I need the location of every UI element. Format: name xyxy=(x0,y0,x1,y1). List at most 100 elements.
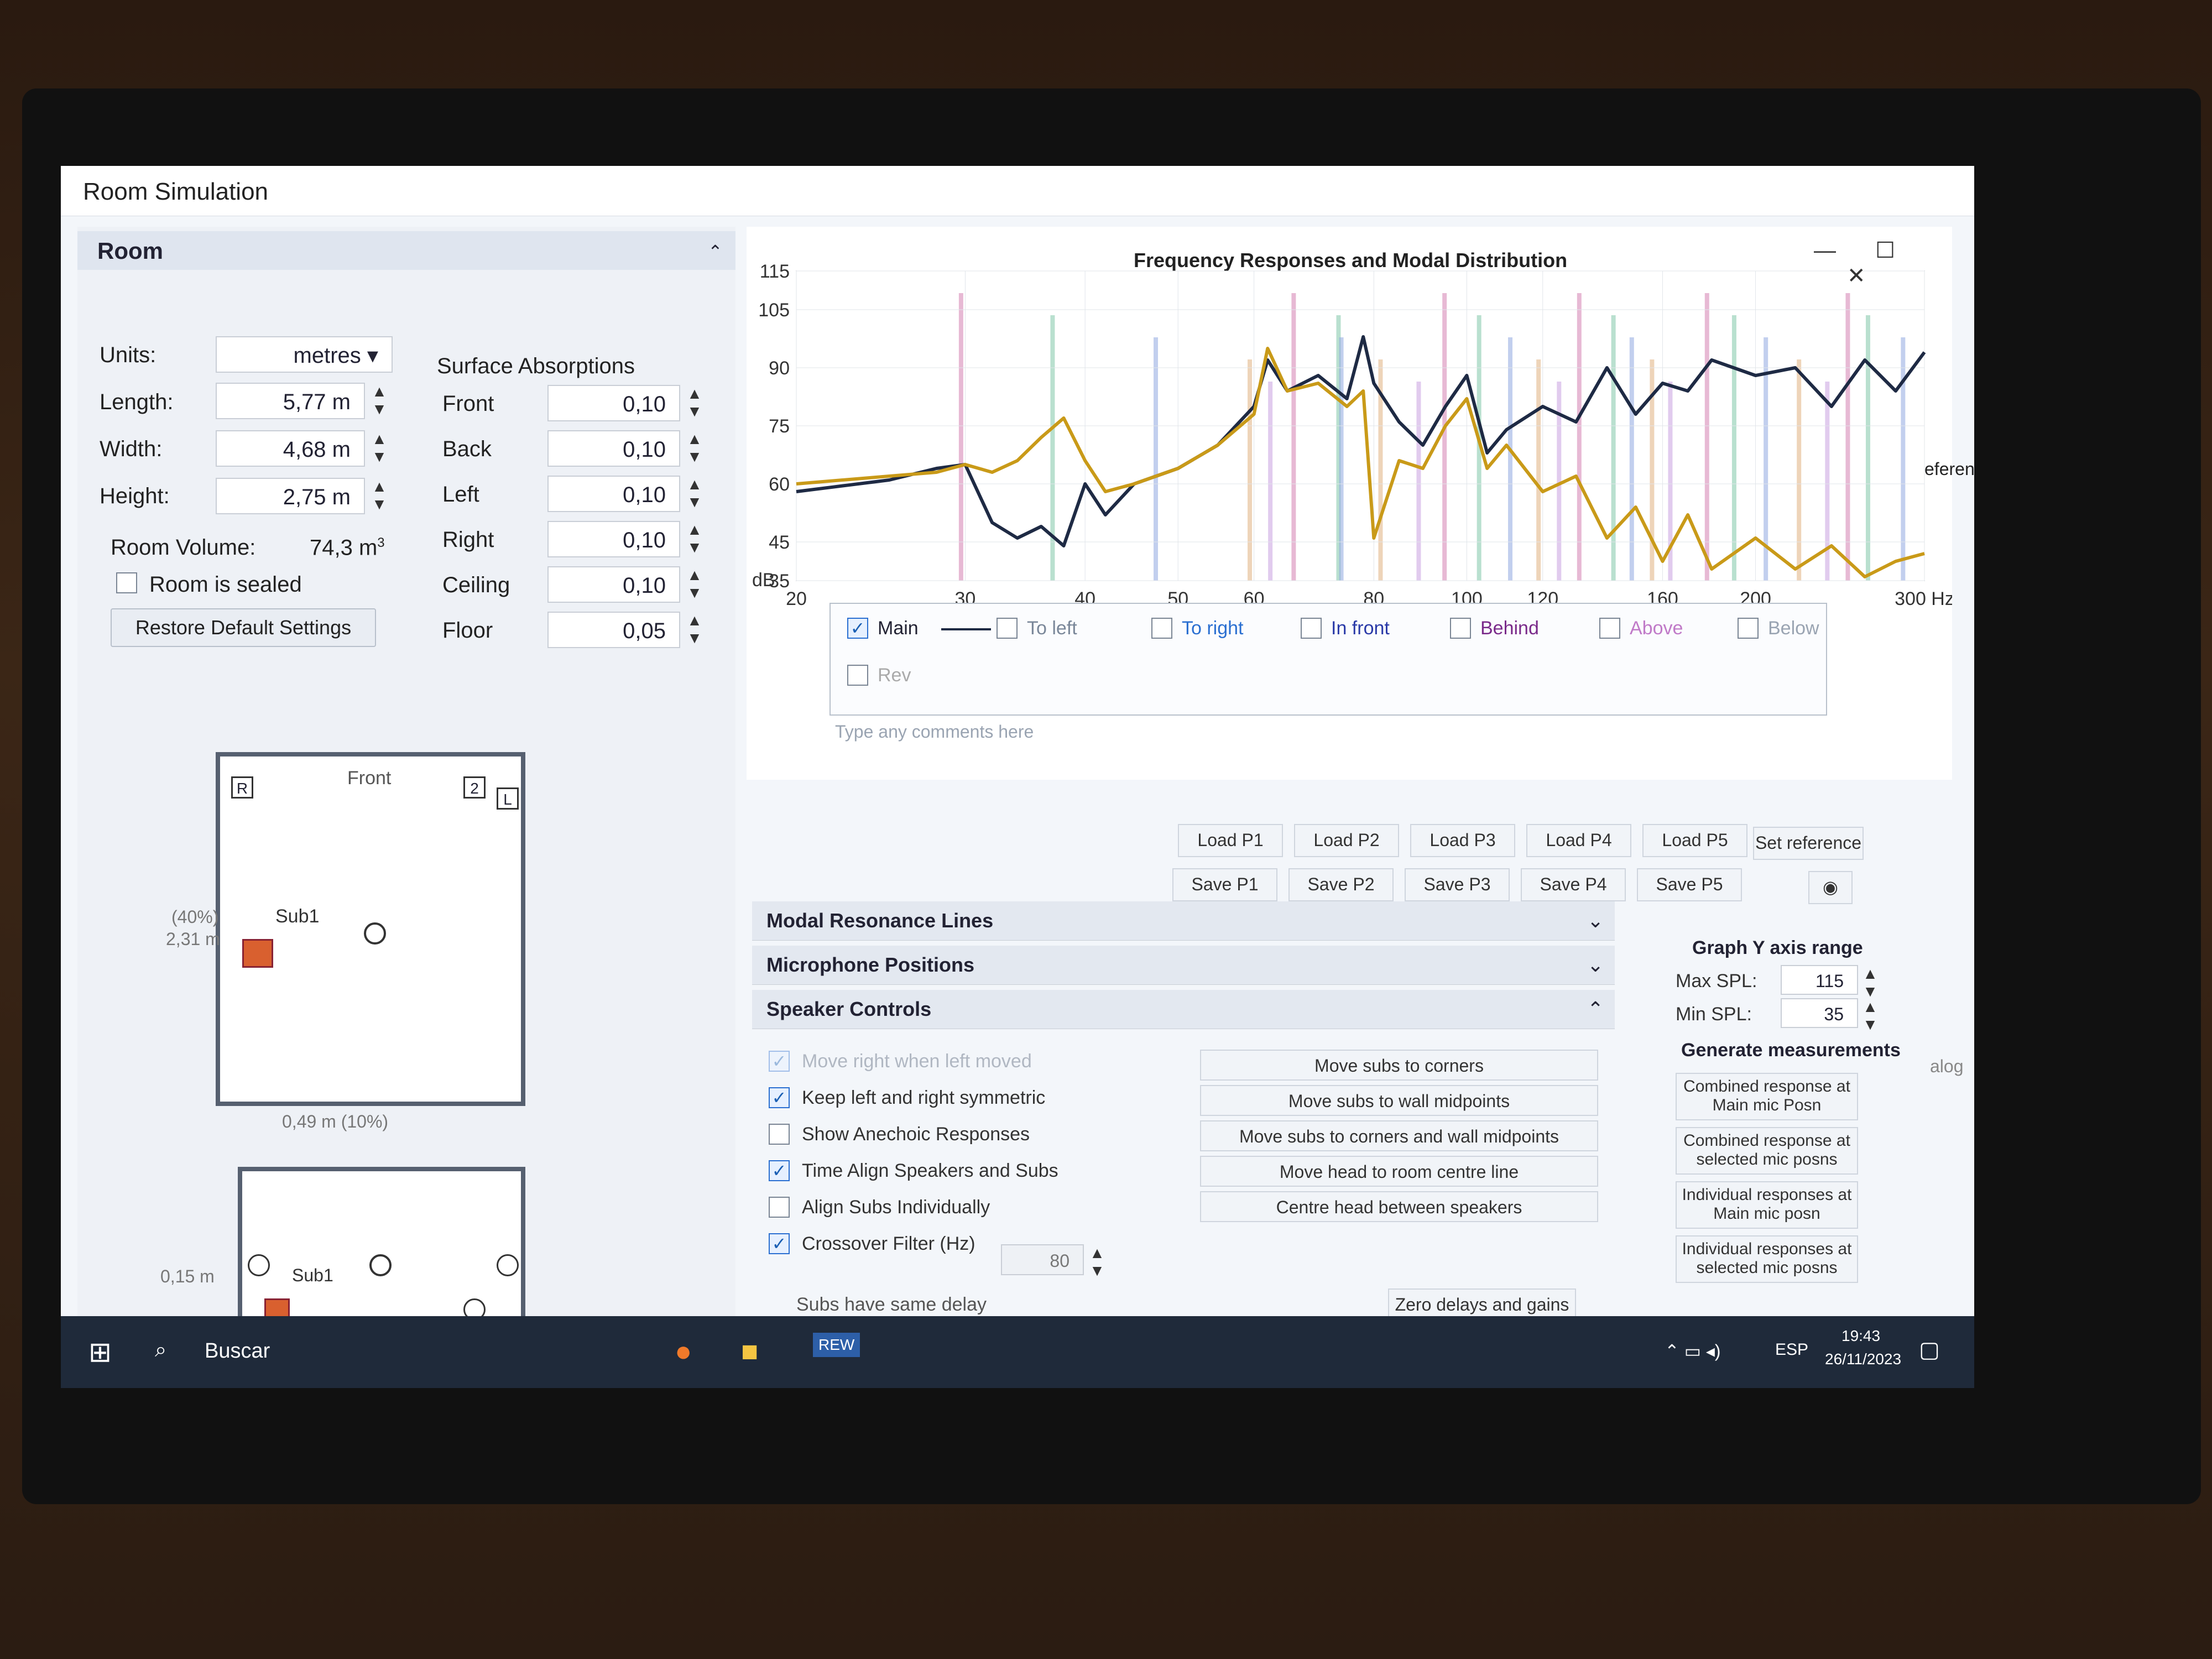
speaker-right-icon[interactable]: R xyxy=(231,776,253,799)
section-speaker-controls[interactable]: Speaker Controls ⌃ xyxy=(752,990,1615,1029)
absorption-stepper[interactable]: ▲ ▼ xyxy=(686,385,703,421)
absorption-field-left[interactable]: 0,10 xyxy=(547,476,680,512)
set-reference-button[interactable]: Set reference xyxy=(1753,827,1864,860)
speaker-left-icon[interactable]: L xyxy=(497,787,519,810)
load-preset-button[interactable]: Load P4 xyxy=(1526,824,1631,857)
expand-icon[interactable]: ⌄ xyxy=(1587,909,1604,932)
load-preset-button[interactable]: Load P1 xyxy=(1178,824,1283,857)
load-preset-button[interactable]: Load P2 xyxy=(1294,824,1399,857)
max-spl-field[interactable]: 115 xyxy=(1781,965,1858,995)
legend-checkbox[interactable] xyxy=(1151,618,1172,639)
speaker-2-icon[interactable]: 2 xyxy=(463,776,486,799)
generate-measurement-button[interactable]: Individual responses at Main mic posn xyxy=(1676,1181,1858,1229)
legend-label: To right xyxy=(1182,618,1244,639)
generate-measurement-button[interactable]: Individual responses at selected mic pos… xyxy=(1676,1235,1858,1283)
absorption-field-ceiling[interactable]: 0,10 xyxy=(547,566,680,603)
load-preset-button[interactable]: Load P5 xyxy=(1642,824,1747,857)
generate-measurement-button[interactable]: Combined response at Main mic Posn xyxy=(1676,1073,1858,1120)
sub1-marker[interactable] xyxy=(242,939,273,968)
section-modal-lines[interactable]: Modal Resonance Lines ⌄ xyxy=(752,901,1615,941)
save-preset-button[interactable]: Save P4 xyxy=(1521,868,1626,901)
speaker-action-button[interactable]: Move subs to wall midpoints xyxy=(1200,1085,1598,1116)
units-select[interactable]: metres ▾ xyxy=(216,336,393,373)
close-icon[interactable]: ✕ xyxy=(1847,264,1866,288)
expand-icon[interactable]: ⌄ xyxy=(1587,953,1604,977)
max-spl-stepper[interactable]: ▲ ▼ xyxy=(1861,965,1879,1000)
notification-icon[interactable]: ▢ xyxy=(1919,1337,1940,1363)
room-side-view[interactable]: Sub1 xyxy=(238,1167,525,1333)
camera-icon[interactable]: ◉ xyxy=(1808,871,1853,904)
room-sealed-checkbox[interactable] xyxy=(116,572,137,593)
height-stepper[interactable]: ▲ ▼ xyxy=(371,478,388,514)
load-preset-button[interactable]: Load P3 xyxy=(1410,824,1515,857)
clock-time[interactable]: 19:43 xyxy=(1841,1327,1880,1345)
legend-checkbox[interactable] xyxy=(1599,618,1620,639)
speaker-option-checkbox[interactable]: ✓ xyxy=(769,1160,790,1181)
speaker-option-checkbox[interactable]: ✓ xyxy=(769,1087,790,1108)
absorption-stepper[interactable]: ▲ ▼ xyxy=(686,430,703,467)
restore-defaults-button[interactable]: Restore Default Settings xyxy=(111,608,376,647)
side-speaker-icon[interactable] xyxy=(497,1254,519,1276)
min-spl-stepper[interactable]: ▲ ▼ xyxy=(1861,998,1879,1033)
generate-measurement-button[interactable]: Combined response at selected mic posns xyxy=(1676,1127,1858,1175)
listening-position-icon[interactable] xyxy=(364,922,386,945)
absorption-stepper[interactable]: ▲ ▼ xyxy=(686,521,703,557)
speaker-action-button[interactable]: Move subs to corners xyxy=(1200,1050,1598,1081)
save-preset-button[interactable]: Save P2 xyxy=(1288,868,1394,901)
legend-checkbox[interactable]: ✓ xyxy=(847,618,868,639)
speaker-option-label: Align Subs Individually xyxy=(802,1197,990,1218)
save-preset-button[interactable]: Save P1 xyxy=(1172,868,1277,901)
absorption-stepper[interactable]: ▲ ▼ xyxy=(686,612,703,648)
legend-checkbox[interactable] xyxy=(1450,618,1471,639)
section-mic-positions[interactable]: Microphone Positions ⌄ xyxy=(752,946,1615,985)
absorption-field-back[interactable]: 0,10 xyxy=(547,430,680,467)
min-spl-field[interactable]: 35 xyxy=(1781,998,1858,1028)
clock-date[interactable]: 26/11/2023 xyxy=(1825,1350,1901,1368)
preferences-label[interactable]: eferences xyxy=(1924,459,1974,479)
speaker-action-button[interactable]: Move head to room centre line xyxy=(1200,1156,1598,1187)
collapse-icon[interactable]: ⌃ xyxy=(708,241,723,262)
speaker-action-button[interactable]: Move subs to corners and wall midpoints xyxy=(1200,1120,1598,1151)
plan-y-dist: 2,31 m xyxy=(166,929,220,949)
language-indicator[interactable]: ESP xyxy=(1775,1340,1808,1359)
rew-app-icon[interactable]: REW xyxy=(813,1333,860,1357)
maximize-icon[interactable]: ☐ xyxy=(1875,238,1895,263)
save-preset-button[interactable]: Save P5 xyxy=(1637,868,1742,901)
room-header[interactable]: Room ⌃ xyxy=(77,231,735,270)
legend-checkbox[interactable] xyxy=(1301,618,1322,639)
length-stepper[interactable]: ▲ ▼ xyxy=(371,383,388,419)
speaker-option-checkbox[interactable] xyxy=(769,1197,790,1218)
speaker-option-checkbox[interactable] xyxy=(769,1124,790,1145)
search-box[interactable]: Buscar xyxy=(205,1339,270,1363)
side-speaker-icon[interactable] xyxy=(248,1254,270,1276)
frequency-response-chart[interactable]: 115105907560453520 30 40 50 60 80 100 120 160 200… xyxy=(747,260,1952,636)
absorption-field-right[interactable]: 0,10 xyxy=(547,521,680,557)
absorption-field-front[interactable]: 0,10 xyxy=(547,385,680,421)
absorption-field-floor[interactable]: 0,05 xyxy=(547,612,680,648)
legend-checkbox[interactable] xyxy=(847,665,868,686)
room-plan-view[interactable]: Front R 2 L Sub1 xyxy=(216,752,525,1106)
firefox-icon[interactable]: ● xyxy=(675,1335,692,1368)
width-stepper[interactable]: ▲ ▼ xyxy=(371,430,388,467)
crossover-stepper[interactable]: ▲ ▼ xyxy=(1088,1244,1106,1279)
side-listening-position-icon[interactable] xyxy=(369,1254,392,1276)
file-explorer-icon[interactable]: ■ xyxy=(741,1335,758,1368)
speaker-option-checkbox[interactable]: ✓ xyxy=(769,1051,790,1072)
speaker-option-checkbox[interactable]: ✓ xyxy=(769,1233,790,1254)
legend-checkbox[interactable] xyxy=(997,618,1018,639)
length-field[interactable]: 5,77 m xyxy=(216,383,365,419)
minimize-icon[interactable]: — xyxy=(1814,238,1836,263)
comment-input[interactable]: Type any comments here xyxy=(835,722,1034,742)
collapse-icon[interactable]: ⌃ xyxy=(1587,998,1604,1021)
absorption-stepper[interactable]: ▲ ▼ xyxy=(686,476,703,512)
height-field[interactable]: 2,75 m xyxy=(216,478,365,514)
absorption-stepper[interactable]: ▲ ▼ xyxy=(686,566,703,603)
tray-icons[interactable]: ⌃ ▭ ◂) xyxy=(1665,1340,1721,1361)
speaker-action-button[interactable]: Centre head between speakers xyxy=(1200,1191,1598,1222)
windows-start-icon[interactable]: ⊞ xyxy=(88,1336,112,1368)
legend-checkbox[interactable] xyxy=(1738,618,1759,639)
width-field[interactable]: 4,68 m xyxy=(216,430,365,467)
crossover-field[interactable]: 80 xyxy=(1001,1244,1084,1275)
search-icon[interactable]: ⌕ xyxy=(155,1338,166,1362)
save-preset-button[interactable]: Save P3 xyxy=(1405,868,1510,901)
